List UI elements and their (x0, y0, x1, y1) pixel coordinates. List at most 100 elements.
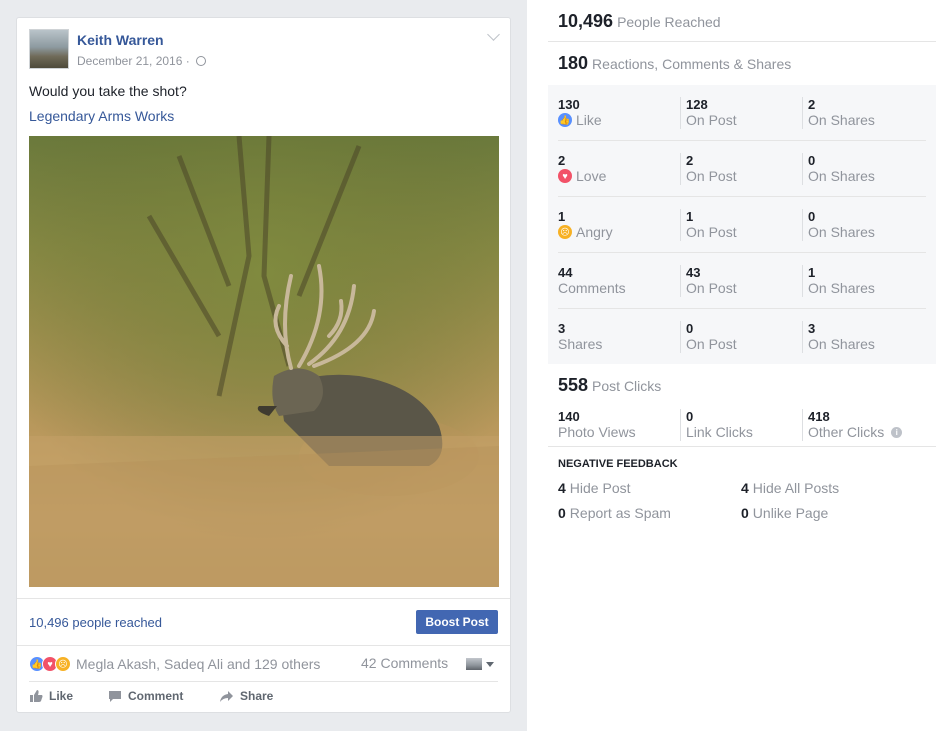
shares-on-shares: 3 On Shares (808, 321, 875, 352)
angry-on-post-value: 1 (686, 209, 694, 224)
comments-on-post-value: 43 (686, 265, 701, 280)
people-reached-stat: 10,496 People Reached (558, 11, 721, 32)
comments-total: 44 Comments (558, 265, 626, 296)
other-clicks-label: Other Clicks (808, 424, 885, 440)
post-clicks-label: Post Clicks (592, 378, 662, 394)
comment-action-label: Comment (128, 689, 184, 703)
people-reached-value: 10,496 (558, 11, 614, 31)
photo-views: 140 Photo Views (558, 409, 636, 440)
angry-on-post: 1 On Post (686, 209, 737, 240)
column-divider (680, 409, 681, 441)
reaction-names: Megla Akash, Sadeq Ali and 129 others (76, 656, 321, 672)
like-action-button[interactable]: Like (29, 689, 73, 703)
hide-all-posts-label: Hide All Posts (752, 480, 840, 496)
column-divider (802, 153, 803, 185)
comments-on-shares: 1 On Shares (808, 265, 875, 296)
angry-total-label: Angry (576, 224, 613, 240)
post-clicks-stat: 558 Post Clicks (558, 375, 661, 396)
like-action-label: Like (49, 689, 74, 703)
post-clicks-value: 558 (558, 375, 589, 395)
column-divider (802, 209, 803, 241)
post-photo[interactable] (29, 136, 499, 587)
report-spam-label: Report as Spam (569, 505, 671, 521)
share-action-label: Share (240, 689, 274, 703)
column-divider (802, 409, 803, 441)
divider (29, 681, 498, 682)
hide-post-label: Hide Post (569, 480, 631, 496)
angry-reaction-icon: ☹ (55, 656, 71, 672)
share-action-button[interactable]: Share (219, 689, 273, 703)
hide-all-posts-value: 4 (741, 480, 749, 496)
comments-total-value: 44 (558, 265, 573, 280)
comment-action-button[interactable]: Comment (108, 689, 183, 703)
caret-down-icon[interactable] (486, 662, 494, 667)
other-clicks: 418 Other Clicks i (808, 409, 903, 440)
thumbs-up-icon (30, 690, 43, 702)
report-spam-value: 0 (558, 505, 566, 521)
boost-post-button[interactable]: Boost Post (416, 610, 498, 634)
hide-all-posts-stat: 4 Hide All Posts (741, 480, 839, 496)
post-date-text: December 21, 2016 · (77, 54, 190, 68)
link-clicks: 0 Link Clicks (686, 409, 753, 440)
like-total-label: Like (576, 112, 602, 128)
love-on-post-label: On Post (686, 168, 737, 184)
angry-total: 1 ☹ Angry (558, 209, 613, 240)
comments-on-shares-value: 1 (808, 265, 816, 280)
post-card: Keith Warren December 21, 2016 · Would y… (16, 17, 511, 713)
shares-on-shares-label: On Shares (808, 336, 875, 352)
chevron-down-icon[interactable] (487, 28, 500, 41)
column-divider (680, 97, 681, 129)
other-clicks-value: 418 (808, 409, 830, 424)
page-avatar-icon[interactable] (466, 658, 482, 670)
people-reached-link[interactable]: 10,496 people reached (29, 615, 162, 630)
author-name[interactable]: Keith Warren (77, 32, 164, 48)
column-divider (680, 153, 681, 185)
column-divider (680, 321, 681, 353)
angry-on-post-label: On Post (686, 224, 737, 240)
column-divider (680, 209, 681, 241)
row-divider (558, 140, 926, 141)
shares-total-label: Shares (558, 336, 603, 352)
love-total: 2 ♥ Love (558, 153, 606, 184)
info-icon[interactable]: i (891, 426, 903, 438)
divider (17, 598, 510, 599)
comments-on-shares-label: On Shares (808, 280, 875, 296)
like-icon: 👍 (558, 113, 572, 127)
love-total-label: Love (576, 168, 607, 184)
globe-icon (196, 56, 207, 66)
angry-on-shares-label: On Shares (808, 224, 875, 240)
engagement-breakdown: 130 👍 Like 128 On Post 2 On Shares 2 ♥ Lov… (548, 85, 936, 364)
divider (548, 41, 936, 42)
insights-pane: 10,496 People Reached 180 Reactions, Comme… (548, 0, 936, 731)
angry-total-value: 1 (558, 209, 566, 224)
love-total-value: 2 (558, 153, 566, 168)
love-on-shares-value: 0 (808, 153, 816, 168)
comments-total-label: Comments (558, 280, 626, 296)
comments-count[interactable]: 42 Comments (361, 655, 448, 671)
column-divider (802, 97, 803, 129)
shares-total: 3 Shares (558, 321, 602, 352)
unlike-page-stat: 0 Unlike Page (741, 505, 828, 521)
post-date[interactable]: December 21, 2016 · (77, 54, 207, 68)
like-on-post-label: On Post (686, 112, 737, 128)
unlike-page-value: 0 (741, 505, 749, 521)
divider (17, 645, 510, 646)
photo-views-label: Photo Views (558, 424, 636, 440)
column-divider (802, 321, 803, 353)
angry-on-shares: 0 On Shares (808, 209, 875, 240)
engagement-stat: 180 Reactions, Comments & Shares (558, 53, 791, 74)
people-reached-label: People Reached (617, 14, 721, 30)
shares-on-post-value: 0 (686, 321, 694, 336)
author-avatar[interactable] (29, 29, 69, 69)
column-divider (802, 265, 803, 297)
like-total: 130 👍 Like (558, 97, 602, 128)
page-mention-link[interactable]: Legendary Arms Works (29, 108, 174, 124)
report-spam-stat: 0 Report as Spam (558, 505, 671, 521)
row-divider (558, 252, 926, 253)
reactions-summary[interactable]: 👍 ♥ ☹ Megla Akash, Sadeq Ali and 129 oth… (29, 655, 320, 673)
column-divider (680, 265, 681, 297)
negative-feedback-title: NEGATIVE FEEDBACK (558, 458, 678, 470)
shares-on-shares-value: 3 (808, 321, 816, 336)
row-divider (558, 196, 926, 197)
like-on-shares: 2 On Shares (808, 97, 875, 128)
